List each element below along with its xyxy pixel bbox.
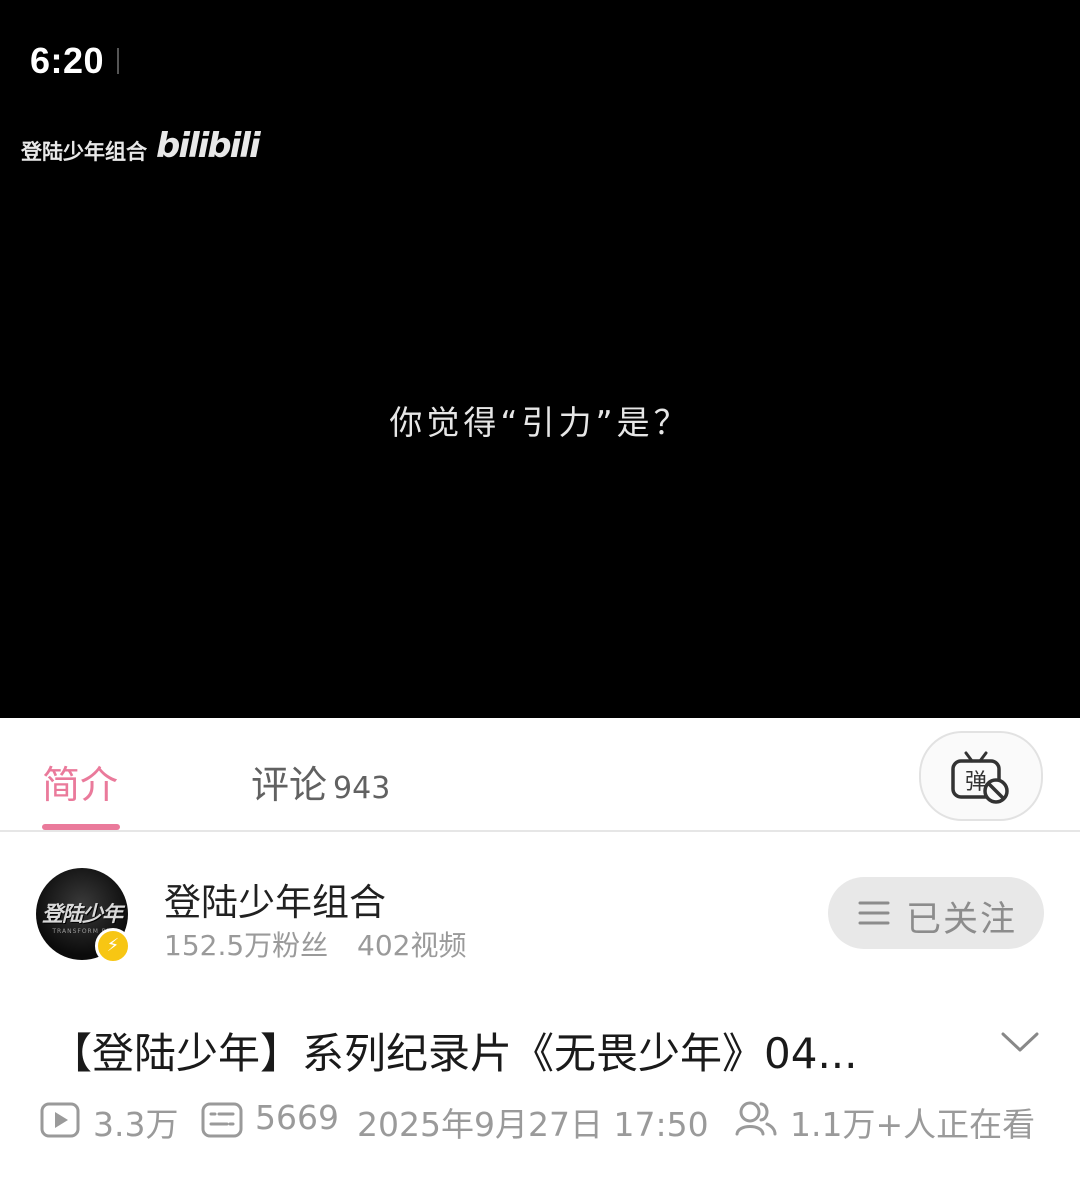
video-title[interactable]: 【登陆少年】系列纪录片《无畏少年》04... <box>50 1020 950 1081</box>
tab-intro[interactable]: 简介 <box>42 754 118 809</box>
tab-comments[interactable]: 评论 943 <box>251 754 390 809</box>
video-stats: 3.3万 5669 2025年9月27日 17:50 1.1万+人正在看 <box>0 1098 1080 1148</box>
menu-icon <box>858 901 890 925</box>
tab-bar: 简介 评论 943 弹 <box>0 718 1080 832</box>
tab-active-indicator <box>42 824 120 830</box>
author-video-count: 402视频 <box>357 929 467 962</box>
people-icon <box>735 1101 777 1136</box>
follow-button[interactable]: 已关注 <box>828 877 1044 949</box>
danmaku-toggle-button[interactable]: 弹 <box>919 731 1043 821</box>
watermark-channel: 登陆少年组合 <box>21 140 147 164</box>
avatar-logo-text: 登陆少年 <box>42 902 123 926</box>
status-divider <box>117 48 119 74</box>
lightning-icon: ⚡ <box>95 928 131 964</box>
play-icon <box>40 1102 80 1138</box>
author-name[interactable]: 登陆少年组合 <box>164 872 386 926</box>
author-section: 登陆少年 TRANSFORM PR ⚡ 登陆少年组合 152.5万粉丝 402视… <box>0 832 1080 972</box>
danmaku-off-icon: 弹 <box>951 751 1009 804</box>
chevron-down-icon[interactable] <box>1000 1030 1040 1054</box>
watching-count: 1.1万+人正在看 <box>790 1105 1036 1144</box>
danmaku-icon <box>201 1102 243 1138</box>
author-fans-count: 152.5万粉丝 <box>164 929 329 962</box>
bilibili-logo: bilibili <box>156 126 261 166</box>
tab-comments-count: 943 <box>333 771 391 806</box>
status-time: 6:20 <box>30 40 105 81</box>
tab-comments-label: 评论 <box>251 763 328 807</box>
publish-time: 2025年9月27日 17:50 <box>357 1105 709 1144</box>
follow-button-label: 已关注 <box>906 900 1018 940</box>
danmaku-count: 5669 <box>255 1098 339 1137</box>
video-player[interactable]: 6:20 登陆少年组合 bilibili 你觉得“引力”是？ <box>0 0 1080 718</box>
view-count: 3.3万 <box>93 1105 179 1144</box>
video-subtitle: 你觉得“引力”是？ <box>389 403 691 442</box>
